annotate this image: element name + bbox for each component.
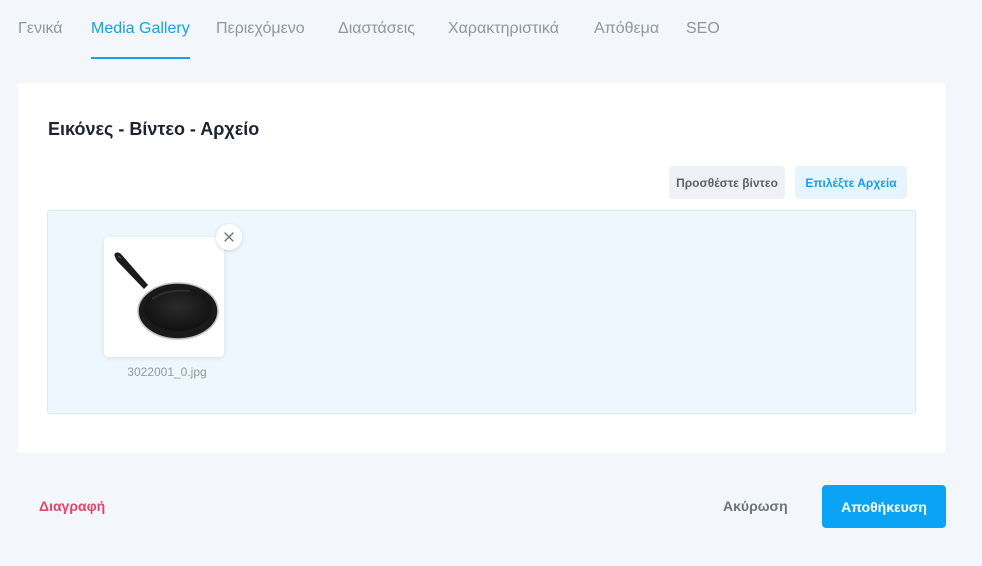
- tab-general[interactable]: Γενικά: [18, 20, 63, 60]
- close-icon: [224, 232, 234, 242]
- add-video-button[interactable]: Προσθέστε βίντεο: [669, 166, 785, 199]
- remove-file-button[interactable]: [216, 224, 242, 250]
- file-name: 3022001_0.jpg: [127, 365, 207, 379]
- tab-media-gallery[interactable]: Media Gallery: [91, 20, 190, 60]
- media-card: Εικόνες - Βίντεο - Αρχείο Προσθέστε βίντ…: [18, 83, 946, 453]
- tab-content[interactable]: Περιεχόμενο: [216, 20, 305, 60]
- tab-bar: Γενικά Media Gallery Περιεχόμενο Διαστάσ…: [0, 0, 982, 60]
- tab-attributes[interactable]: Χαρακτηριστικά: [448, 20, 559, 60]
- delete-button[interactable]: Διαγραφή: [39, 498, 105, 514]
- media-dropzone[interactable]: 3022001_0.jpg: [47, 210, 916, 414]
- tab-seo[interactable]: SEO: [686, 20, 720, 60]
- media-thumbnail[interactable]: [104, 237, 224, 357]
- cancel-button[interactable]: Ακύρωση: [723, 498, 788, 514]
- save-button[interactable]: Αποθήκευση: [822, 485, 946, 528]
- tab-stock[interactable]: Απόθεμα: [594, 20, 659, 60]
- media-section-title: Εικόνες - Βίντεο - Αρχείο: [48, 119, 260, 139]
- choose-files-button[interactable]: Επιλέξτε Αρχεία: [795, 166, 907, 199]
- frying-pan-image: [114, 252, 219, 340]
- tab-dimensions[interactable]: Διαστάσεις: [338, 20, 415, 60]
